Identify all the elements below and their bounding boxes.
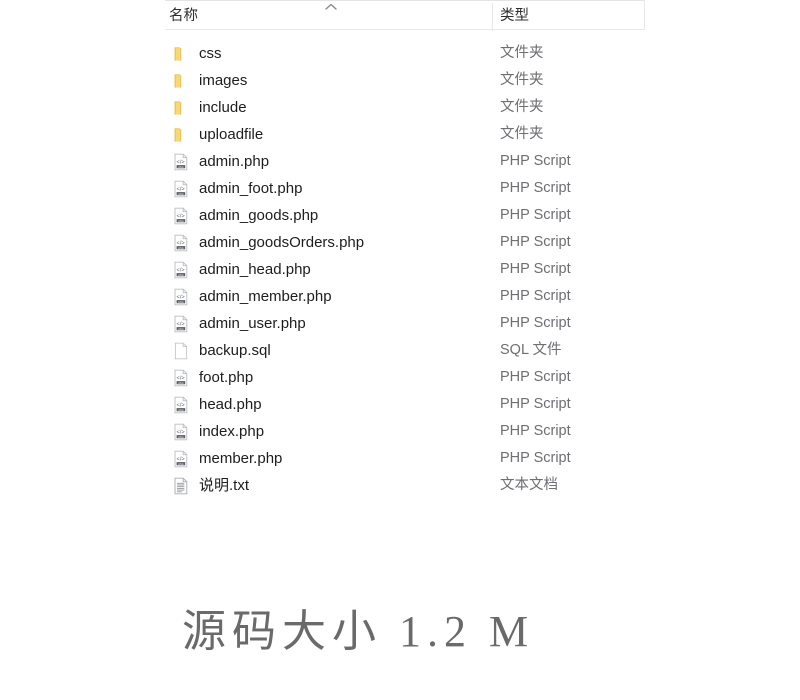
file-type: PHP Script [500,396,571,412]
file-name[interactable]: include [199,97,247,118]
file-type: PHP Script [500,207,571,223]
php-file-icon: </> php [172,395,191,415]
blank-file-icon [172,341,191,361]
file-type: PHP Script [500,153,571,169]
php-file-icon: </> php [172,179,191,199]
file-name[interactable]: admin_user.php [199,313,306,334]
php-file-icon: </> php [172,152,191,172]
svg-text:php: php [178,192,183,196]
text-file-icon [172,476,191,496]
file-type: PHP Script [500,288,571,304]
file-explorer-list: 名称 类型 css 文件夹 images 文件夹 include 文件夹 uploadfil… [165,0,645,495]
table-row[interactable]: </> php head.php PHP Script [165,394,645,421]
file-name[interactable]: index.php [199,421,264,442]
php-file-icon: </> php [172,206,191,226]
table-row[interactable]: </> php admin_head.php PHP Script [165,259,645,286]
file-name[interactable]: admin_goodsOrders.php [199,232,364,253]
column-header-row: 名称 类型 [165,0,645,31]
table-row[interactable]: backup.sql SQL 文件 [165,340,645,367]
table-row[interactable]: images 文件夹 [165,70,645,97]
file-name[interactable]: admin_head.php [199,259,311,280]
file-type: 文件夹 [500,72,544,88]
php-file-icon: </> php [172,368,191,388]
file-type: 文件夹 [500,126,544,142]
file-name[interactable]: uploadfile [199,124,263,145]
table-row[interactable]: </> php admin_user.php PHP Script [165,313,645,340]
source-size-caption: 源码大小 1.2 M [182,607,535,656]
folder-icon [172,71,191,91]
svg-text:php: php [178,327,183,331]
table-row[interactable]: </> php admin_member.php PHP Script [165,286,645,313]
php-file-icon: </> php [172,287,191,307]
svg-text:php: php [178,246,183,250]
file-type: PHP Script [500,180,571,196]
table-row[interactable]: </> php member.php PHP Script [165,448,645,475]
file-name[interactable]: images [199,70,247,91]
file-name[interactable]: head.php [199,394,262,415]
file-type: PHP Script [500,234,571,250]
file-type: 文本文档 [500,477,558,493]
table-row[interactable]: </> php index.php PHP Script [165,421,645,448]
table-row[interactable]: </> php admin.php PHP Script [165,151,645,178]
file-name[interactable]: member.php [199,448,282,469]
svg-text:php: php [178,219,183,223]
file-rows-container: css 文件夹 images 文件夹 include 文件夹 uploadfile 文件夹 </… [165,43,645,502]
svg-text:php: php [178,435,183,439]
php-file-icon: </> php [172,449,191,469]
svg-text:php: php [178,381,183,385]
svg-text:php: php [178,165,183,169]
file-type: PHP Script [500,261,571,277]
file-type: PHP Script [500,369,571,385]
folder-icon [172,98,191,118]
file-type: 文件夹 [500,45,544,61]
table-row[interactable]: uploadfile 文件夹 [165,124,645,151]
svg-text:php: php [178,462,183,466]
file-name[interactable]: admin.php [199,151,269,172]
file-name[interactable]: css [199,43,222,64]
column-divider[interactable] [492,3,493,31]
column-header-name[interactable]: 名称 [169,6,198,26]
file-type: PHP Script [500,315,571,331]
folder-icon [172,44,191,64]
php-file-icon: </> php [172,314,191,334]
column-header-type[interactable]: 类型 [500,6,529,26]
file-type: PHP Script [500,423,571,439]
table-row[interactable]: include 文件夹 [165,97,645,124]
file-type: SQL 文件 [500,342,562,358]
svg-text:php: php [178,273,183,277]
table-row[interactable]: 说明.txt 文本文档 [165,475,645,502]
php-file-icon: </> php [172,233,191,253]
php-file-icon: </> php [172,422,191,442]
file-type: PHP Script [500,450,571,466]
file-type: 文件夹 [500,99,544,115]
table-row[interactable]: </> php foot.php PHP Script [165,367,645,394]
file-name[interactable]: foot.php [199,367,253,388]
php-file-icon: </> php [172,260,191,280]
file-name[interactable]: backup.sql [199,340,271,361]
svg-text:php: php [178,300,183,304]
file-name[interactable]: admin_foot.php [199,178,302,199]
table-row[interactable]: css 文件夹 [165,43,645,70]
table-row[interactable]: </> php admin_goods.php PHP Script [165,205,645,232]
table-row[interactable]: </> php admin_goodsOrders.php PHP Script [165,232,645,259]
folder-icon [172,125,191,145]
file-name[interactable]: admin_member.php [199,286,332,307]
file-name[interactable]: 说明.txt [199,475,249,496]
file-name[interactable]: admin_goods.php [199,205,318,226]
table-row[interactable]: </> php admin_foot.php PHP Script [165,178,645,205]
svg-text:php: php [178,408,183,412]
chevron-up-icon [324,2,338,12]
